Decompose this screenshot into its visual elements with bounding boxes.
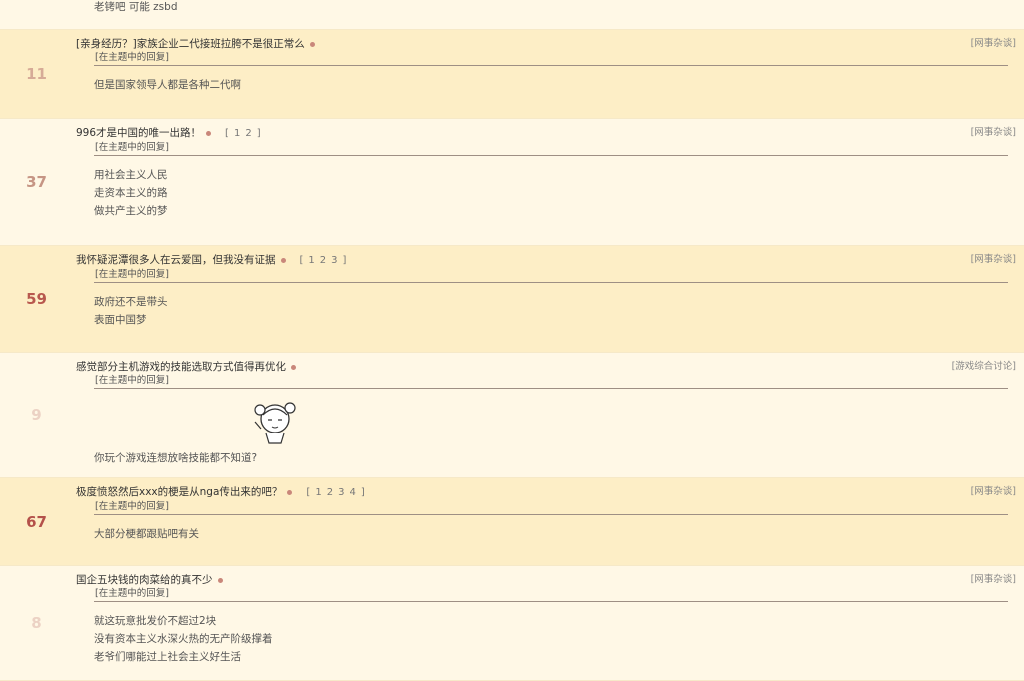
reply-content: 大部分梗都跟贴吧有关 [94,515,1008,543]
reply-tag: [在主题中的回复] [95,52,169,63]
topic-title-line: 国企五块钱的肉菜给的真不少 [76,566,1016,587]
reply-content-line: 就这玩意批发价不超过2块 [94,615,217,627]
reply-content-line: 用社会主义人民 [94,169,168,181]
page-links: [1 2 3 4] [304,487,367,498]
reply-count: 37 [26,173,47,191]
reply-box: [在主题中的回复] 大部分梗都跟贴吧有关 [94,500,1008,543]
reply-content: 你玩个游戏连想放啥技能都不知道? [94,389,1008,467]
forum-link[interactable]: [网事杂谈] [971,485,1016,499]
topic-body: 我怀疑泥潭很多人在云爱国，但我没有证据 [1 2 3] [网事杂谈] [在主题中的回复] 政… [73,246,1024,352]
topic-row: 59 我怀疑泥潭很多人在云爱国，但我没有证据[1 2 3] [网事杂谈] [在主题中的回复… [0,246,1024,353]
topic-body: [亲身经历？]家族企业二代接班拉胯不是很正常么 [网事杂谈] [在主题中的回复] 但是… [73,30,1024,118]
reply-box: [在主题中的回复] 就这玩意批发价不超过2块没有资本主义水深火热的无产阶级撑着 老爷… [94,587,1008,666]
topic-title-line: 996才是中国的唯一出路！ [1 2] [76,119,1016,141]
reply-box: [在主题中的回复] 用社会主义人民 走资本主义的路 做共产主义的梦 [94,141,1008,220]
reply-box: [在主题中的回复] 但是国家领导人都是各种二代啊 [94,51,1008,94]
reply-content-line: 你玩个游戏连想放啥技能都不知道? [94,452,258,464]
page-link-1[interactable]: 1 [315,487,322,498]
reply-content-line: 但是国家领导人都是各种二代啊 [94,79,241,91]
page-link-4[interactable]: 4 [349,487,356,498]
new-dot-icon [280,257,286,263]
reply-count: 8 [31,614,42,632]
page-link-1[interactable]: 1 [234,128,241,139]
reply-count: 67 [26,512,47,531]
reply-tag: [在主题中的回复] [95,588,169,599]
reply-content-line: 没有资本主义水深火热的无产阶级撑着 [94,633,273,645]
reply-content-line: 做共产主义的梦 [94,205,168,217]
topic-row: 11 [亲身经历？]家族企业二代接班拉胯不是很正常么 [网事杂谈] [在主题中的回复]… [0,30,1024,119]
topic-row: 8 国企五块钱的肉菜给的真不少 [网事杂谈] [在主题中的回复] 就这玩意批发价不超过2… [0,566,1024,681]
reply-content: 政府还不是带头 表面中国梦 [94,283,1008,329]
page-link-2[interactable]: 2 [327,487,334,498]
topic-title-link[interactable]: 996才是中国的唯一出路！ [76,127,201,139]
forum-link[interactable]: [网事杂谈] [971,253,1016,267]
topic-title-link[interactable]: 我怀疑泥潭很多人在云爱国，但我没有证据 [76,254,276,266]
topic-title-line: 极度愤怒然后xxx的梗是从nga传出来的吧？ [1 2 3 4] [76,478,1016,500]
new-dot-icon [287,489,293,495]
reply-count: 9 [31,406,42,424]
page-bracket: [ [225,128,230,139]
topic-body: 996才是中国的唯一出路！ [1 2] [网事杂谈] [在主题中的回复] 用社会主义人民走… [73,119,1024,245]
topic-body: 极度愤怒然后xxx的梗是从nga传出来的吧？[1 2 3 4] [网事杂谈] [在主题中的… [73,478,1024,565]
new-dot-icon [309,41,315,47]
page-link-1[interactable]: 1 [308,255,315,266]
page-bracket: ] [342,255,348,266]
reply-tag: [在主题中的回复] [95,375,169,386]
reply-count: 59 [26,290,47,308]
page-link-3[interactable]: 3 [331,255,338,266]
reply-content: 用社会主义人民 走资本主义的路 做共产主义的梦 [94,156,1008,220]
topic-title-link[interactable]: [亲身经历？]家族企业二代接班拉胯不是很正常么 [76,38,305,50]
reply-tag: [在主题中的回复] [95,142,169,153]
reply-content-line: 大部分梗都跟贴吧有关 [94,528,199,540]
forum-link[interactable]: [游戏综合讨论] [952,360,1016,374]
reply-tag: [在主题中的回复] [95,269,169,280]
reply-content-line: 走资本主义的路 [94,187,168,199]
topic-title-link[interactable]: 国企五块钱的肉菜给的真不少 [76,574,213,586]
topic-body: 国企五块钱的肉菜给的真不少 [网事杂谈] [在主题中的回复] 就这玩意批发价不超过2块… [73,566,1024,680]
new-dot-icon [217,577,223,583]
topic-title-link[interactable]: 感觉部分主机游戏的技能选取方式值得再优化 [76,361,286,373]
topic-row: 67 极度愤怒然后xxx的梗是从nga传出来的吧？[1 2 3 4] [网事杂谈] [在主题… [0,478,1024,566]
page-bracket: [ [306,487,312,498]
topic-title-line: [亲身经历？]家族企业二代接班拉胯不是很正常么 [76,30,1016,51]
new-dot-icon [291,364,296,370]
page-links: [1 2 3] [298,255,350,266]
topic-title-link[interactable]: 极度愤怒然后xxx的梗是从nga传出来的吧？ [76,486,282,498]
anime-sticker-icon [254,402,296,444]
reply-box: [在主题中的回复] 政府还不是带头 表面中国梦 [94,268,1008,329]
reply-content-line: 老铐吧 可能 zsbd [94,1,178,13]
page-bracket: ] [360,487,366,498]
forum-link[interactable]: [网事杂谈] [971,126,1016,140]
topic-title-line: 我怀疑泥潭很多人在云爱国，但我没有证据 [1 2 3] [76,246,1016,268]
topic-row-partial: 老铐吧 可能 zsbd [0,0,1024,30]
page-bracket: ] [256,128,262,139]
page-links: [1 2] [223,128,264,139]
reply-content: 就这玩意批发价不超过2块没有资本主义水深火热的无产阶级撑着 老爷们哪能过上社会主义… [94,602,1008,666]
reply-content-line: 表面中国梦 [94,314,147,326]
reply-count: 11 [26,65,47,83]
topic-row: 37 996才是中国的唯一出路！ [1 2] [网事杂谈] [在主题中的回复] 用社会主义人… [0,119,1024,246]
reply-content-line: 老爷们哪能过上社会主义好生活 [94,651,241,663]
reply-tag: [在主题中的回复] [95,501,169,512]
topic-body: 感觉部分主机游戏的技能选取方式值得再优化 [游戏综合讨论] [在主题中的回复] 你玩个… [73,353,1024,477]
reply-box: [在主题中的回复] 你玩个游戏连想放啥技能都不知道? [94,374,1008,467]
topic-row: 9 感觉部分主机游戏的技能选取方式值得再优化 [游戏综合讨论] [在主题中的回复] 你玩… [0,353,1024,478]
topic-list: 11 [亲身经历？]家族企业二代接班拉胯不是很正常么 [网事杂谈] [在主题中的回复]… [0,30,1024,681]
forum-link[interactable]: [网事杂谈] [971,573,1016,587]
reply-content-line: 政府还不是带头 [94,296,168,308]
page-link-3[interactable]: 3 [338,487,345,498]
page-link-2[interactable]: 2 [320,255,327,266]
topic-title-line: 感觉部分主机游戏的技能选取方式值得再优化 [76,353,1016,374]
page-link-2[interactable]: 2 [245,128,252,139]
reply-content: 但是国家领导人都是各种二代啊 [94,66,1008,94]
page-bracket: [ [299,255,305,266]
forum-link[interactable]: [网事杂谈] [971,37,1016,51]
new-dot-icon [206,130,212,136]
